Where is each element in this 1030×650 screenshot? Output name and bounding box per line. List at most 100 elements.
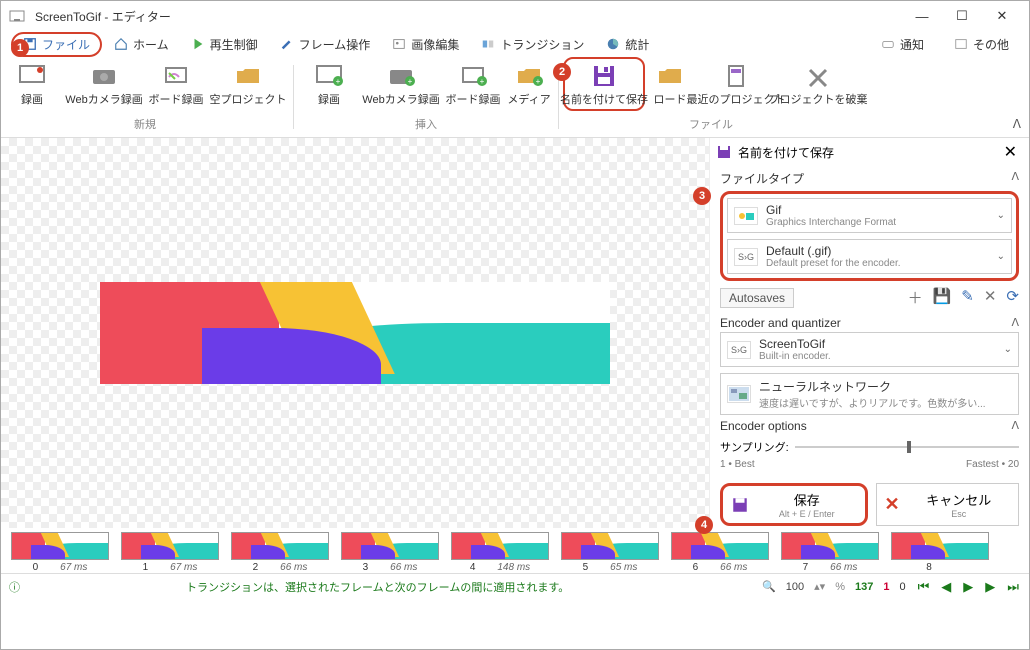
ribbon-insert-webcam[interactable]: + Webカメラ録画 (360, 57, 442, 111)
chevron-up-icon: ᐱ (1011, 170, 1019, 187)
last-frame-button[interactable]: ⏭ (1005, 579, 1021, 595)
tab-frame[interactable]: フレーム操作 (270, 33, 381, 56)
callout-2: 2 (553, 63, 571, 81)
sampling-slider[interactable] (795, 446, 1019, 448)
delete-preset-icon[interactable]: ✕ (984, 287, 997, 308)
autosaves-button[interactable]: Autosaves (720, 288, 794, 308)
frame-list[interactable]: 067 ms 1 67 ms 266 ms 3 66 ms 4148 ms 565 … (1, 528, 1029, 573)
ribbon-discard[interactable]: プロジェクトを破棄 (777, 57, 859, 111)
frame-thumb[interactable]: 4148 ms (451, 532, 549, 573)
close-button[interactable]: ✕ (983, 4, 1021, 28)
frame-thumb[interactable]: 3 66 ms (341, 532, 439, 573)
svg-text:+: + (336, 77, 341, 86)
edit-icon (280, 37, 294, 51)
zoom-value: 100 (786, 581, 804, 593)
thumb-index: 3 (363, 562, 369, 573)
notify-button[interactable]: 通知 (871, 33, 934, 56)
first-frame-button[interactable]: ⏮ (916, 579, 932, 595)
window-icon (954, 37, 968, 51)
tab-frame-label: フレーム操作 (299, 36, 371, 53)
tab-stats[interactable]: 統計 (596, 33, 659, 56)
svg-text:+: + (480, 77, 485, 86)
ribbon-recent[interactable]: 最近のプロジェクト (695, 57, 777, 111)
thumb-duration: 67 ms (170, 562, 197, 573)
panel-close-button[interactable]: ✕ (998, 142, 1023, 162)
frame-thumb[interactable]: 565 ms (561, 532, 659, 573)
thumb-image (451, 532, 549, 560)
tab-image[interactable]: 画像編集 (382, 33, 469, 56)
section-encoder-header[interactable]: Encoder and quantizer ᐱ (710, 312, 1029, 332)
preset-dropdown[interactable]: S›G Default (.gif) Default preset for th… (727, 239, 1012, 274)
thumb-image (781, 532, 879, 560)
zoom-updown[interactable]: ▴▾ (814, 580, 825, 593)
thumb-index: 4 (470, 562, 476, 573)
chevron-up-icon: ᐱ (1011, 419, 1019, 433)
ribbon-label: Webカメラ録画 (65, 94, 142, 106)
save-preset-icon[interactable]: 💾 (933, 287, 952, 308)
next-frame-button[interactable]: ▶ (983, 579, 997, 595)
add-preset-icon[interactable]: ＋ (908, 287, 923, 308)
ribbon-insert-record[interactable]: + 録画 (298, 57, 360, 111)
ribbon-new-board[interactable]: ボード録画 (145, 57, 207, 111)
maximize-button[interactable]: ☐ (943, 4, 981, 28)
ribbon-new-blank[interactable]: 空プロジェクト (207, 57, 289, 111)
thumb-duration: 66 ms (390, 562, 417, 573)
frame-thumb[interactable]: 266 ms (231, 532, 329, 573)
folder-icon (233, 63, 263, 89)
thumb-duration: 66 ms (280, 562, 307, 573)
floppy-icon (716, 144, 732, 160)
thumb-duration: 66 ms (830, 562, 857, 573)
ribbon-label: 録画 (21, 94, 43, 106)
panel-header: 名前を付けて保存 ✕ (710, 138, 1029, 166)
thumb-index: 8 (926, 562, 932, 573)
tab-playback[interactable]: 再生制御 (181, 33, 268, 56)
section-filetype-header[interactable]: ファイルタイプ ᐱ (710, 166, 1029, 189)
cancel-button[interactable]: ✕ キャンセル Esc (876, 483, 1020, 526)
quantizer-dropdown[interactable]: ニューラルネットワーク 速度は遅いですが、よりリアルです。色数が多い... (720, 373, 1019, 415)
percent-label: % (835, 581, 845, 593)
tab-home[interactable]: ホーム (104, 33, 179, 56)
preset-icon: S›G (734, 248, 758, 266)
quantizer-icon (727, 385, 751, 403)
ribbon-label: プロジェクトを破棄 (769, 94, 868, 106)
edit-preset-icon[interactable]: ✎ (961, 287, 974, 308)
play-button[interactable]: ▶ (961, 579, 975, 595)
home-icon (114, 37, 128, 51)
frame-thumb[interactable]: 067 ms (11, 532, 109, 573)
folder-plus-icon: + (514, 63, 544, 89)
ribbon-insert-board[interactable]: + ボード録画 (442, 57, 504, 111)
ribbon-collapse-chevron[interactable]: ᐱ (1013, 117, 1021, 131)
filetype-dropdown[interactable]: Gif Graphics Interchange Format ⌄ (727, 198, 1012, 233)
prev-frame-button[interactable]: ◀ (939, 579, 953, 595)
filetype-box: Gif Graphics Interchange Format ⌄ S›G De… (720, 191, 1019, 281)
ribbon-group-insert: + 録画 + Webカメラ録画 + ボード録画 + メディア 挿入 (298, 57, 554, 137)
status-message: トランジションは、選択されたフレームと次のフレームの間に適用されます。 (186, 579, 569, 595)
ribbon-new-webcam[interactable]: Webカメラ録画 (63, 57, 145, 111)
camera-plus-icon: + (386, 63, 416, 89)
tab-strip: ファイル ホーム 再生制御 フレーム操作 画像編集 トランジション 統計 通知 … (1, 31, 1029, 57)
frame-thumb[interactable]: 666 ms (671, 532, 769, 573)
canvas[interactable] (1, 138, 709, 528)
section-encoder-label: Encoder and quantizer (720, 316, 841, 330)
thumb-index: 1 (143, 562, 149, 573)
frame-thumb[interactable]: 766 ms (781, 532, 879, 573)
frame-thumb[interactable]: 8 (891, 532, 989, 573)
cancel-icon: ✕ (885, 494, 900, 515)
board-plus-icon: + (458, 63, 488, 89)
other-button[interactable]: その他 (944, 33, 1019, 56)
minimize-button[interactable]: — (903, 4, 941, 28)
refresh-preset-icon[interactable]: ⟳ (1006, 287, 1019, 308)
frame-thumb[interactable]: 1 67 ms (121, 532, 219, 573)
filetype-name: Gif (766, 203, 989, 217)
zoom-icon[interactable]: 🔍 (762, 580, 776, 593)
section-options-header[interactable]: Encoder options ᐱ (710, 415, 1029, 435)
quantizer-name: ニューラルネットワーク (759, 378, 1012, 395)
encoder-dropdown[interactable]: S›G ScreenToGif Built-in encoder. ⌄ (720, 332, 1019, 367)
ribbon-insert-media[interactable]: + メディア (504, 57, 554, 111)
save-button[interactable]: 保存 Alt + E / Enter (720, 483, 868, 526)
tab-transition[interactable]: トランジション (471, 33, 594, 56)
ribbon-save-as[interactable]: 名前を付けて保存 (563, 57, 645, 111)
preset-name: Default (.gif) (766, 244, 989, 258)
ribbon-new-record[interactable]: 録画 (1, 57, 63, 111)
svg-text:+: + (408, 77, 413, 86)
